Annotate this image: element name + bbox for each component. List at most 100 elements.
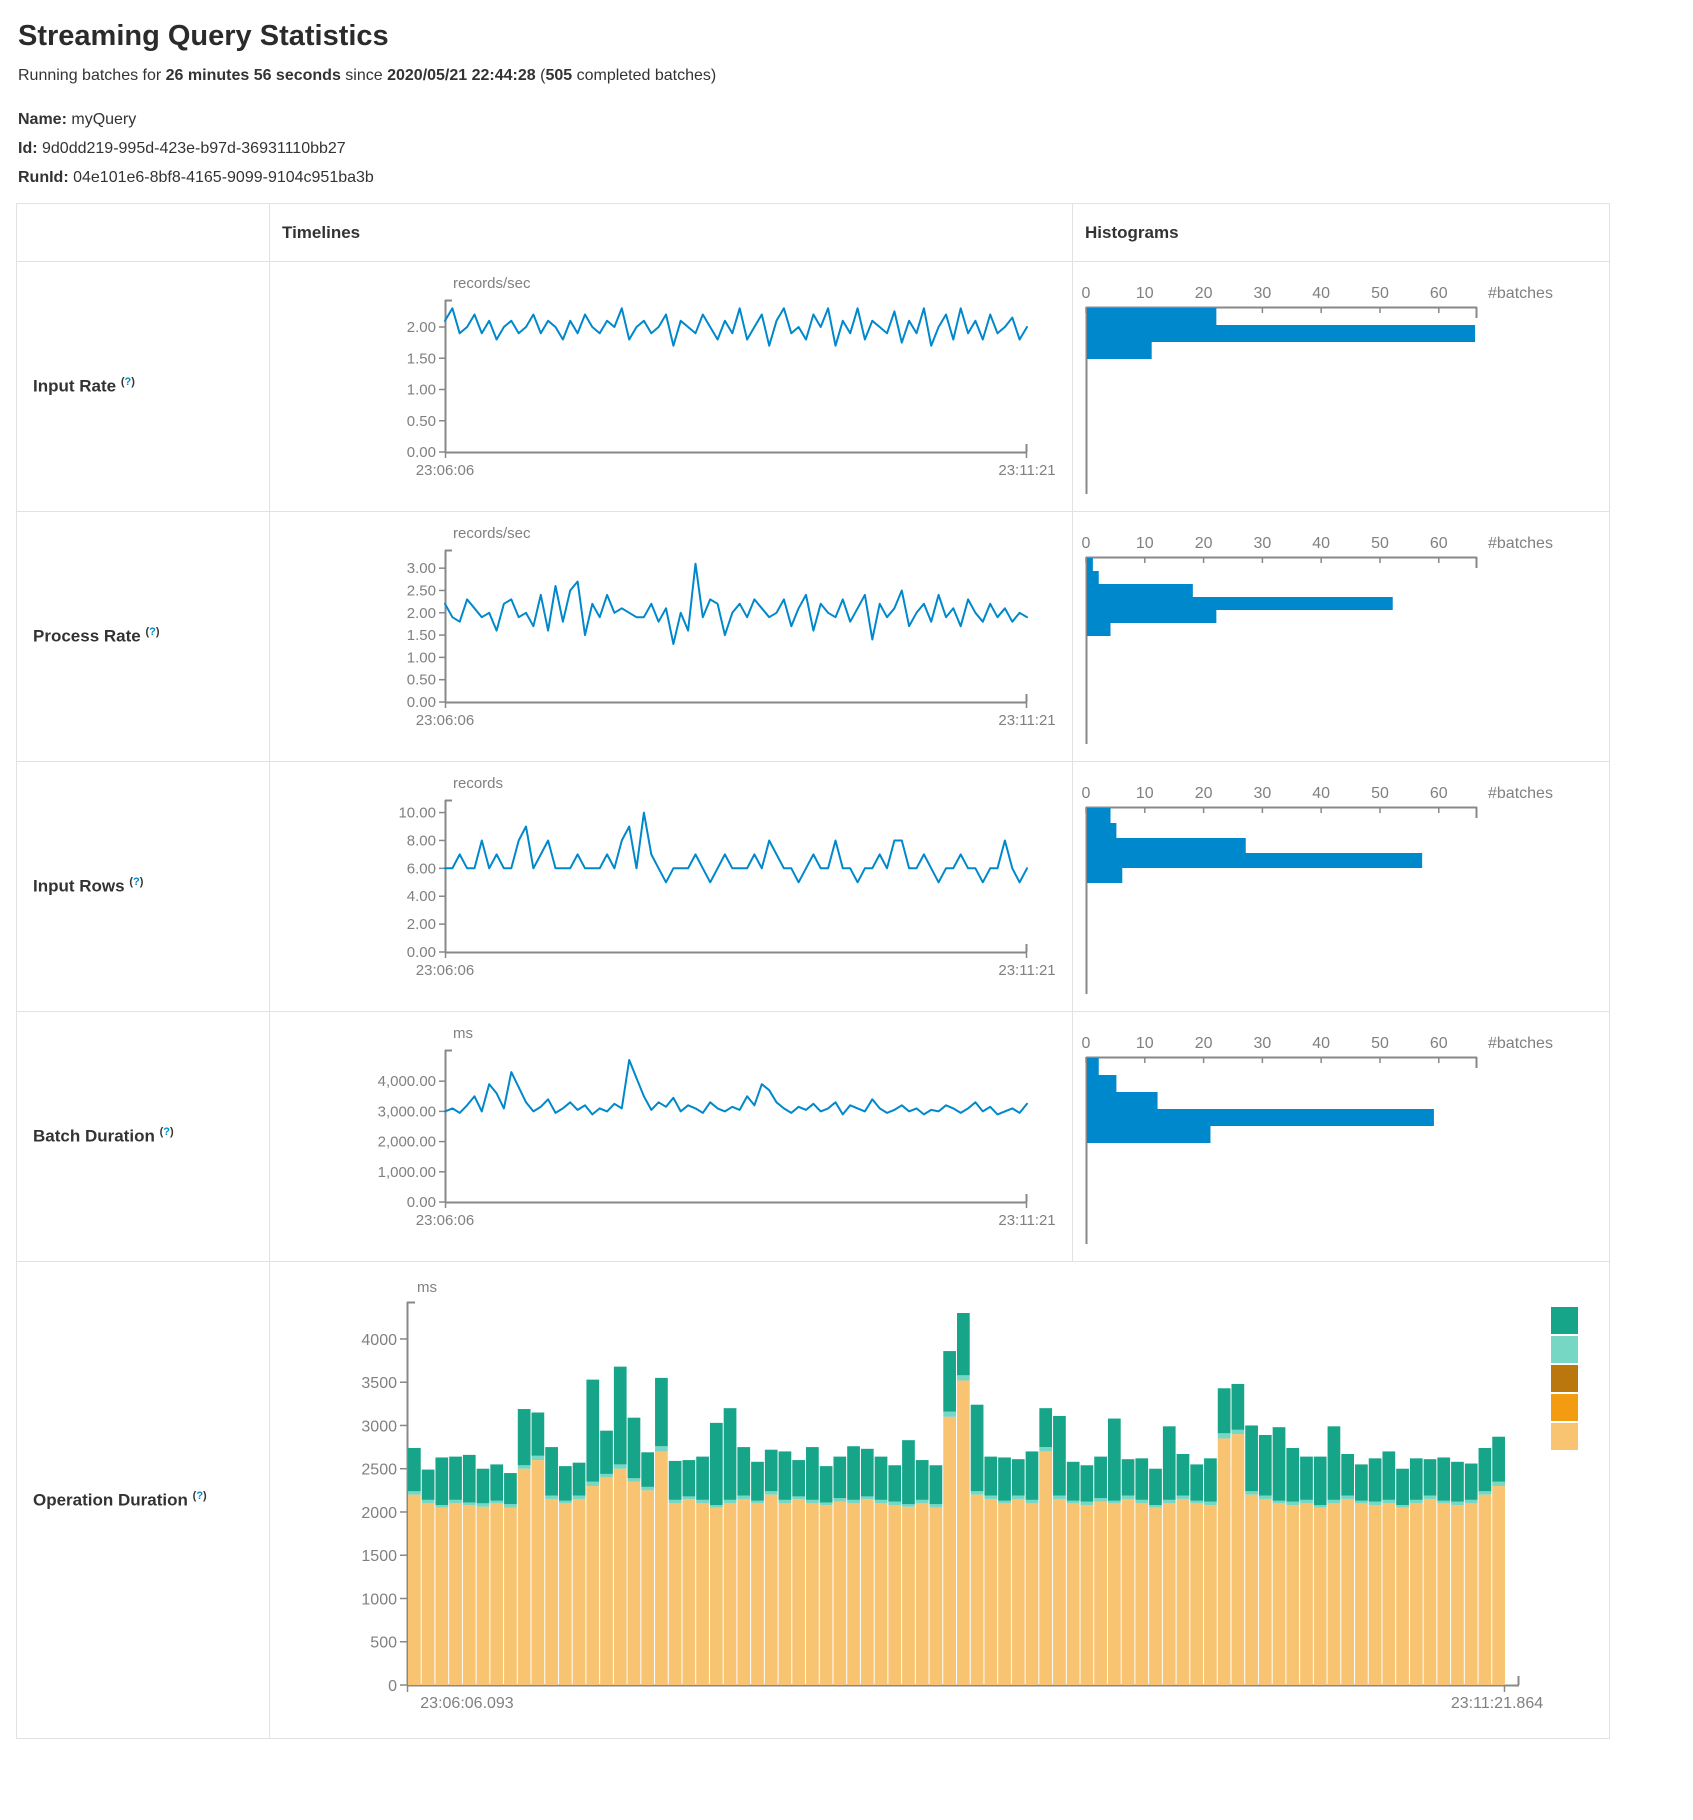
legend-swatch[interactable] bbox=[1551, 1394, 1578, 1421]
batch-duration-histogram-chart: 0102030405060#batches bbox=[1073, 1012, 1607, 1261]
svg-text:2500: 2500 bbox=[361, 1462, 397, 1479]
query-runid-line: RunId: 04e101e6-8bf8-4165-9099-9104c951b… bbox=[18, 169, 1693, 187]
operation-duration-chart-cell: ms4000350030002500200015001000500023:06:… bbox=[270, 1262, 1610, 1739]
input-rows-histogram-chart: 0102030405060#batches bbox=[1073, 762, 1607, 1011]
input-rate-histogram-cell: 0102030405060#batches bbox=[1073, 262, 1610, 512]
operation-duration-stacked-chart: ms4000350030002500200015001000500023:06:… bbox=[270, 1262, 1608, 1738]
batch-duration-help-icon[interactable]: (?) bbox=[160, 1126, 174, 1138]
svg-text:20: 20 bbox=[1195, 285, 1213, 302]
start-timestamp: 2020/05/21 22:44:28 bbox=[387, 67, 536, 84]
input-rows-label-cell: Input Rows (?) bbox=[17, 762, 270, 1012]
legend-swatch[interactable] bbox=[1551, 1307, 1578, 1334]
svg-text:#batches: #batches bbox=[1488, 1035, 1553, 1052]
svg-text:40: 40 bbox=[1312, 785, 1330, 802]
svg-text:20: 20 bbox=[1195, 535, 1213, 552]
svg-text:0.00: 0.00 bbox=[407, 944, 436, 961]
input-rows-help-icon[interactable]: (?) bbox=[129, 876, 143, 888]
histograms-column-header: Histograms bbox=[1073, 204, 1610, 262]
streaming-query-statistics-page: { "page": { "title": "Streaming Query St… bbox=[0, 0, 1693, 1820]
svg-text:1.50: 1.50 bbox=[407, 350, 436, 367]
svg-text:#batches: #batches bbox=[1488, 285, 1553, 302]
operation-duration-help-icon[interactable]: (?) bbox=[193, 1490, 207, 1502]
svg-text:60: 60 bbox=[1430, 535, 1448, 552]
svg-text:50: 50 bbox=[1371, 785, 1389, 802]
input-rate-help-icon[interactable]: (?) bbox=[121, 376, 135, 388]
input-rows-row: Input Rows (?) records10.008.006.004.002… bbox=[17, 762, 1610, 1012]
svg-text:8.00: 8.00 bbox=[407, 832, 436, 849]
completed-batch-count: 505 bbox=[545, 67, 572, 84]
svg-text:60: 60 bbox=[1430, 285, 1448, 302]
batch-duration-label: Batch Duration bbox=[33, 1127, 155, 1146]
svg-text:2.00: 2.00 bbox=[407, 916, 436, 933]
query-name-value: myQuery bbox=[71, 111, 136, 128]
query-id-label: Id: bbox=[18, 140, 38, 157]
svg-text:60: 60 bbox=[1430, 1035, 1448, 1052]
svg-text:records/sec: records/sec bbox=[453, 525, 531, 542]
svg-text:2.00: 2.00 bbox=[407, 605, 436, 622]
svg-text:0: 0 bbox=[1082, 535, 1091, 552]
svg-text:0: 0 bbox=[1082, 285, 1091, 302]
input-rate-row: Input Rate (?) records/sec2.001.501.000.… bbox=[17, 262, 1610, 512]
svg-text:23:11:21: 23:11:21 bbox=[998, 962, 1055, 979]
svg-text:20: 20 bbox=[1195, 785, 1213, 802]
svg-text:0: 0 bbox=[388, 1678, 397, 1695]
legend-swatch[interactable] bbox=[1551, 1423, 1578, 1450]
svg-text:10: 10 bbox=[1136, 1035, 1154, 1052]
svg-text:23:06:06: 23:06:06 bbox=[416, 962, 474, 979]
query-id-line: Id: 9d0dd219-995d-423e-b97d-36931110bb27 bbox=[18, 140, 1693, 158]
svg-text:4.00: 4.00 bbox=[407, 888, 436, 905]
svg-text:1.00: 1.00 bbox=[407, 382, 436, 399]
svg-text:500: 500 bbox=[370, 1635, 397, 1652]
svg-text:23:06:06.093: 23:06:06.093 bbox=[420, 1695, 514, 1712]
svg-text:30: 30 bbox=[1253, 785, 1271, 802]
svg-text:6.00: 6.00 bbox=[407, 860, 436, 877]
svg-text:50: 50 bbox=[1371, 285, 1389, 302]
svg-text:40: 40 bbox=[1312, 285, 1330, 302]
input-rows-timeline-cell: records10.008.006.004.002.000.0023:06:06… bbox=[270, 762, 1073, 1012]
svg-text:23:06:06: 23:06:06 bbox=[416, 712, 474, 729]
query-name-line: Name: myQuery bbox=[18, 111, 1693, 129]
summary-text: ( bbox=[536, 67, 546, 84]
process-rate-label: Process Rate bbox=[33, 627, 141, 646]
svg-text:30: 30 bbox=[1253, 535, 1271, 552]
process-rate-histogram-cell: 0102030405060#batches bbox=[1073, 512, 1610, 762]
svg-text:23:06:06: 23:06:06 bbox=[416, 462, 474, 479]
svg-text:23:11:21: 23:11:21 bbox=[998, 462, 1055, 479]
batch-duration-timeline-cell: ms4,000.003,000.002,000.001,000.000.0023… bbox=[270, 1012, 1073, 1262]
svg-text:1500: 1500 bbox=[361, 1548, 397, 1565]
process-rate-help-icon[interactable]: (?) bbox=[145, 626, 159, 638]
input-rows-timeline-chart: records10.008.006.004.002.000.0023:06:06… bbox=[270, 762, 1070, 1011]
svg-text:0.50: 0.50 bbox=[407, 672, 436, 689]
legend-swatch[interactable] bbox=[1551, 1336, 1578, 1363]
running-duration: 26 minutes 56 seconds bbox=[166, 67, 341, 84]
svg-text:40: 40 bbox=[1312, 1035, 1330, 1052]
svg-text:3,000.00: 3,000.00 bbox=[378, 1103, 436, 1120]
svg-text:4000: 4000 bbox=[361, 1332, 397, 1349]
page-header: Streaming Query Statistics Running batch… bbox=[0, 0, 1693, 187]
svg-text:ms: ms bbox=[453, 1025, 473, 1042]
batch-duration-histogram-cell: 0102030405060#batches bbox=[1073, 1012, 1610, 1262]
batch-duration-label-cell: Batch Duration (?) bbox=[17, 1012, 270, 1262]
input-rate-label-cell: Input Rate (?) bbox=[17, 262, 270, 512]
operation-duration-row: Operation Duration (?) ms400035003000250… bbox=[17, 1262, 1610, 1739]
svg-text:23:11:21.864: 23:11:21.864 bbox=[1451, 1695, 1543, 1712]
svg-text:1.50: 1.50 bbox=[407, 627, 436, 644]
timelines-column-header: Timelines bbox=[270, 204, 1073, 262]
svg-text:50: 50 bbox=[1371, 535, 1389, 552]
empty-header-cell bbox=[17, 204, 270, 262]
legend-swatch[interactable] bbox=[1551, 1365, 1578, 1392]
svg-text:records: records bbox=[453, 775, 503, 792]
svg-text:23:06:06: 23:06:06 bbox=[416, 1212, 474, 1229]
svg-text:ms: ms bbox=[417, 1279, 437, 1296]
svg-text:2.50: 2.50 bbox=[407, 582, 436, 599]
input-rate-timeline-cell: records/sec2.001.501.000.500.0023:06:062… bbox=[270, 262, 1073, 512]
svg-text:1000: 1000 bbox=[361, 1591, 397, 1608]
query-runid-label: RunId: bbox=[18, 169, 69, 186]
svg-text:1.00: 1.00 bbox=[407, 649, 436, 666]
input-rate-timeline-chart: records/sec2.001.501.000.500.0023:06:062… bbox=[270, 262, 1070, 511]
svg-text:3.00: 3.00 bbox=[407, 560, 436, 577]
svg-text:40: 40 bbox=[1312, 535, 1330, 552]
page-title: Streaming Query Statistics bbox=[18, 20, 1693, 53]
svg-text:4,000.00: 4,000.00 bbox=[378, 1073, 436, 1090]
svg-text:0.00: 0.00 bbox=[407, 1194, 436, 1211]
